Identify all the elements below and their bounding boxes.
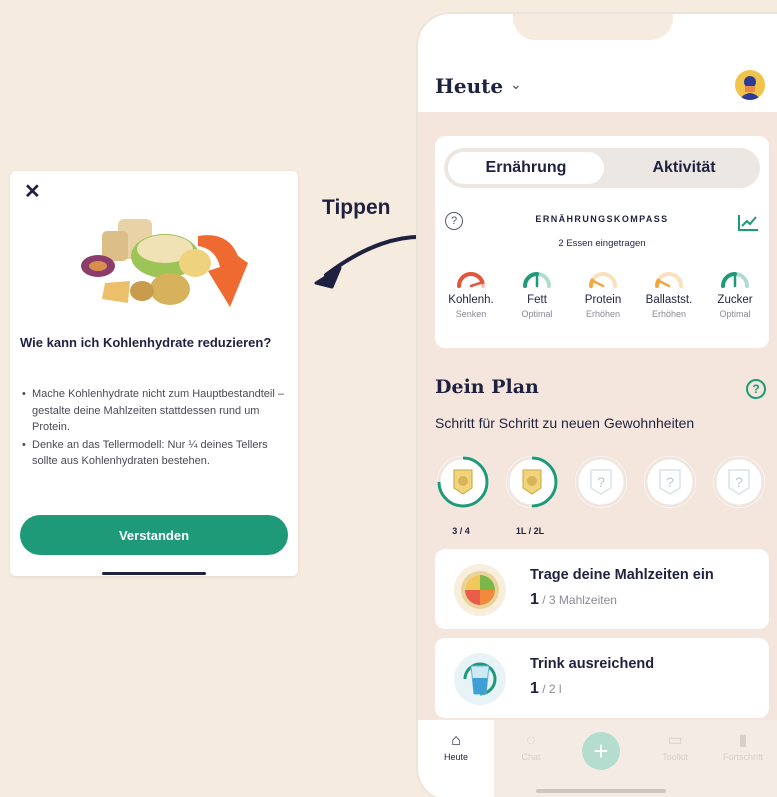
tap-annotation-label: Tippen (322, 196, 391, 219)
gauge-label: Kohlenh. (448, 294, 494, 306)
progress-badge[interactable] (435, 454, 489, 508)
gauge-status: Erhöhen (651, 309, 687, 319)
avatar[interactable] (735, 70, 765, 100)
water-card-progress: 1 / 2 l (530, 680, 562, 697)
understood-button[interactable]: Verstanden (20, 515, 288, 555)
badge-label: 3 / 4 (452, 526, 470, 536)
badge-icon (506, 456, 558, 508)
plate-icon (454, 564, 506, 616)
gauge-icon (721, 272, 749, 288)
chevron-down-icon[interactable]: ⌄ (510, 76, 522, 93)
compass-title: ERNÄHRUNGSKOMPASS (535, 214, 669, 224)
water-card-title: Trink ausreichend (530, 656, 655, 672)
plan-help-icon[interactable]: ? (746, 379, 766, 399)
meal-card-progress: 1 / 3 Mahlzeiten (530, 591, 617, 608)
tips-list: Mache Kohlenhydrate nicht zum Hauptbesta… (22, 386, 294, 471)
home-indicator (536, 789, 666, 793)
tab-ernaehrung[interactable]: Ernährung (448, 152, 604, 184)
segmented-control: Ernährung Aktivität (444, 148, 760, 188)
gauge-label: Fett (527, 294, 547, 306)
meal-card-title: Trage deine Mahlzeiten ein (530, 567, 714, 583)
badge-label: 1L / 2L (515, 526, 545, 536)
gauge-status: Optimal (719, 309, 751, 319)
progress-badge[interactable] (504, 454, 558, 508)
gauge-icon (589, 272, 617, 288)
gauge-icon (655, 272, 683, 288)
locked-badge[interactable]: ? (711, 454, 765, 508)
badge-icon: ? (575, 456, 627, 508)
bottom-tabbar: ⌂ Heute ◌ Chat + ▭ Toolkit ▮ Fortschritt (418, 720, 777, 797)
phone-screen: Heute ⌄ Ernährung Aktivität ? ERNÄHRUNGS… (416, 12, 777, 797)
gauge-item[interactable]: Zucker Optimal (704, 266, 766, 319)
tab-aktivitaet[interactable]: Aktivität (612, 152, 756, 184)
svg-text:?: ? (735, 474, 743, 490)
meal-card[interactable]: Trage deine Mahlzeiten ein 1 / 3 Mahlzei… (435, 549, 769, 629)
habit-badges: 3 / 4 1L / 2L ? ? ? (435, 454, 777, 544)
badge-icon (437, 456, 489, 508)
plan-title: Dein Plan (435, 376, 539, 398)
gauge-item[interactable]: Kohlenh. Senken (440, 266, 502, 319)
tab-chat[interactable]: ◌ Chat (496, 730, 566, 762)
info-popup: ✕ Wie kann ich Kohlenhydrate reduzieren?… (10, 171, 298, 576)
bar-chart-icon: ▮ (738, 732, 748, 749)
plan-subtitle: Schritt für Schritt zu neuen Gewohnheite… (435, 415, 695, 431)
tab-toolkit[interactable]: ▭ Toolkit (640, 730, 710, 762)
close-icon[interactable]: ✕ (24, 179, 41, 204)
food-illustration (81, 219, 248, 307)
nutrition-compass-card: Ernährung Aktivität ? ERNÄHRUNGSKOMPASS … (435, 136, 769, 348)
gauge-item[interactable]: Protein Erhöhen (572, 266, 634, 319)
gauge-status: Erhöhen (585, 309, 621, 319)
locked-badge[interactable]: ? (573, 454, 627, 508)
gauge-icon (457, 272, 485, 288)
water-card[interactable]: Trink ausreichend 1 / 2 l (435, 638, 769, 718)
popup-title: Wie kann ich Kohlenhydrate reduzieren? (20, 335, 272, 350)
svg-text:?: ? (597, 474, 605, 490)
list-item: Denke an das Tellermodell: Nur ¼ deines … (22, 437, 294, 470)
gauge-status: Optimal (521, 309, 553, 319)
locked-badge[interactable]: ? (642, 454, 696, 508)
badge-icon: ? (644, 456, 696, 508)
tab-fortschritt[interactable]: ▮ Fortschritt (708, 730, 777, 762)
gauge-label: Ballastst. (645, 294, 693, 306)
home-indicator (102, 572, 206, 575)
gauge-icon (523, 272, 551, 288)
book-icon: ▭ (667, 732, 683, 749)
home-icon: ⌂ (451, 732, 461, 749)
phone-notch (513, 14, 673, 40)
gauge-label: Zucker (717, 294, 753, 306)
gauge-item[interactable]: Ballastst. Erhöhen (638, 266, 700, 319)
compass-subtitle: 2 Essen eingetragen (558, 238, 646, 249)
list-item: Mache Kohlenhydrate nicht zum Hauptbesta… (22, 386, 294, 436)
gauge-status: Senken (455, 309, 487, 319)
badge-icon: ? (713, 456, 765, 508)
gauge-item[interactable]: Fett Optimal (506, 266, 568, 319)
gauge-row: Kohlenh. Senken Fett Optimal Protein Erh… (440, 266, 766, 319)
trend-chart-icon[interactable] (737, 214, 759, 232)
svg-text:?: ? (666, 474, 674, 490)
add-button[interactable]: + (582, 732, 620, 770)
gauge-label: Protein (584, 294, 622, 306)
water-glass-icon (454, 653, 506, 705)
chat-icon: ◌ (526, 732, 536, 749)
page-title[interactable]: Heute (435, 74, 503, 98)
tab-heute[interactable]: ⌂ Heute (421, 730, 491, 762)
